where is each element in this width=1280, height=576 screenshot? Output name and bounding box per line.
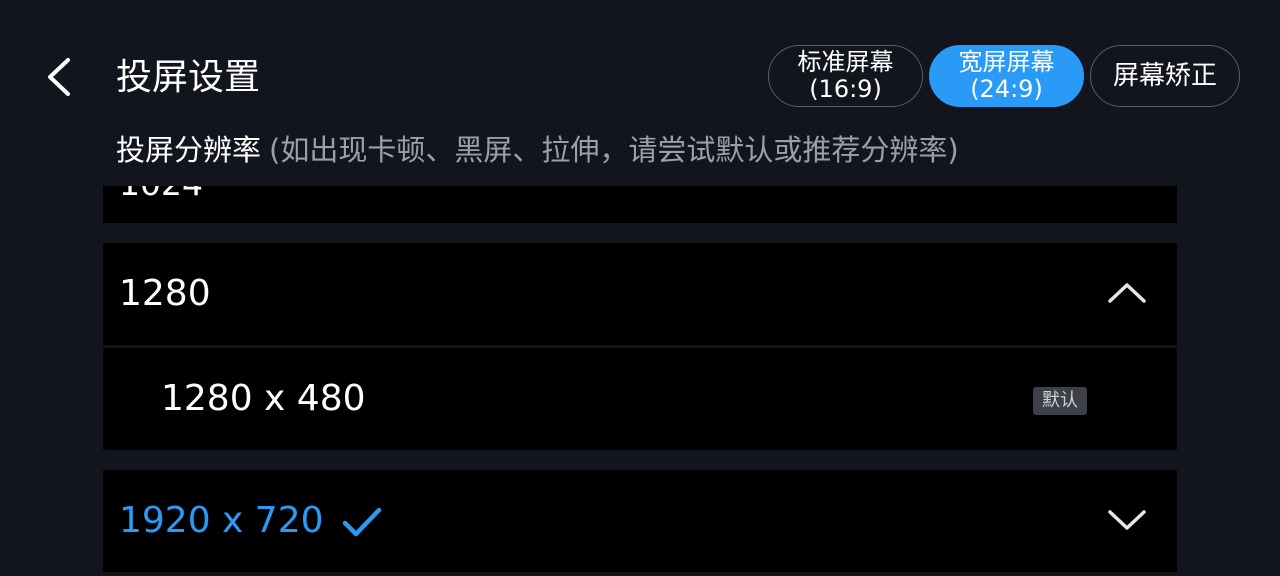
page-title: 投屏设置 — [116, 57, 261, 98]
resolution-group-1280[interactable]: 1280 — [103, 243, 1177, 345]
screen-correction-button[interactable]: 屏幕矫正 — [1090, 45, 1240, 107]
resolution-section-header: 投屏分辨率 (如出现卡顿、黑屏、拉伸，请尝试默认或推荐分辨率) — [116, 130, 959, 170]
projection-settings-page: 投屏设置 标准屏幕 (16:9) 宽屏屏幕 (24:9) 屏幕矫正 投屏分辨率(… — [0, 0, 1280, 576]
resolution-section-label: 投屏分辨率 — [116, 133, 262, 167]
checkmark-icon — [342, 507, 381, 537]
back-button[interactable] — [38, 52, 82, 102]
resolution-group-label: 1280 — [119, 273, 211, 314]
widescreen-button[interactable]: 宽屏屏幕 (24:9) — [929, 45, 1084, 107]
resolution-section-hint: (如出现卡顿、黑屏、拉伸，请尝试默认或推荐分辨率) — [269, 133, 959, 167]
resolution-group-label: 1024 — [119, 186, 203, 203]
resolution-option-label: 1280 x 480 — [161, 378, 366, 419]
resolution-group-1920x720[interactable]: 1920 x 720 — [103, 470, 1177, 572]
resolution-list: 1024 1280 1280 x 480 默认 1920 x 720 — [103, 186, 1177, 576]
chevron-down-icon — [1108, 510, 1146, 530]
widescreen-label: 宽屏屏幕 — [958, 48, 1055, 76]
resolution-group-label: 1920 x 720 — [119, 470, 382, 572]
chevron-left-icon — [48, 58, 70, 96]
screen-mode-selector: 标准屏幕 (16:9) 宽屏屏幕 (24:9) 屏幕矫正 — [768, 45, 1240, 107]
standard-screen-button[interactable]: 标准屏幕 (16:9) — [768, 45, 923, 107]
widescreen-ratio: (24:9) — [970, 75, 1043, 103]
default-badge: 默认 — [1033, 387, 1087, 415]
chevron-up-icon — [1108, 283, 1146, 303]
resolution-group-1024[interactable]: 1024 — [103, 186, 1177, 223]
standard-screen-label: 标准屏幕 — [797, 48, 894, 76]
screen-correction-label: 屏幕矫正 — [1112, 60, 1217, 91]
selected-resolution-text: 1920 x 720 — [119, 500, 324, 541]
standard-screen-ratio: (16:9) — [809, 75, 882, 103]
resolution-option-1280x480[interactable]: 1280 x 480 默认 — [103, 348, 1177, 450]
